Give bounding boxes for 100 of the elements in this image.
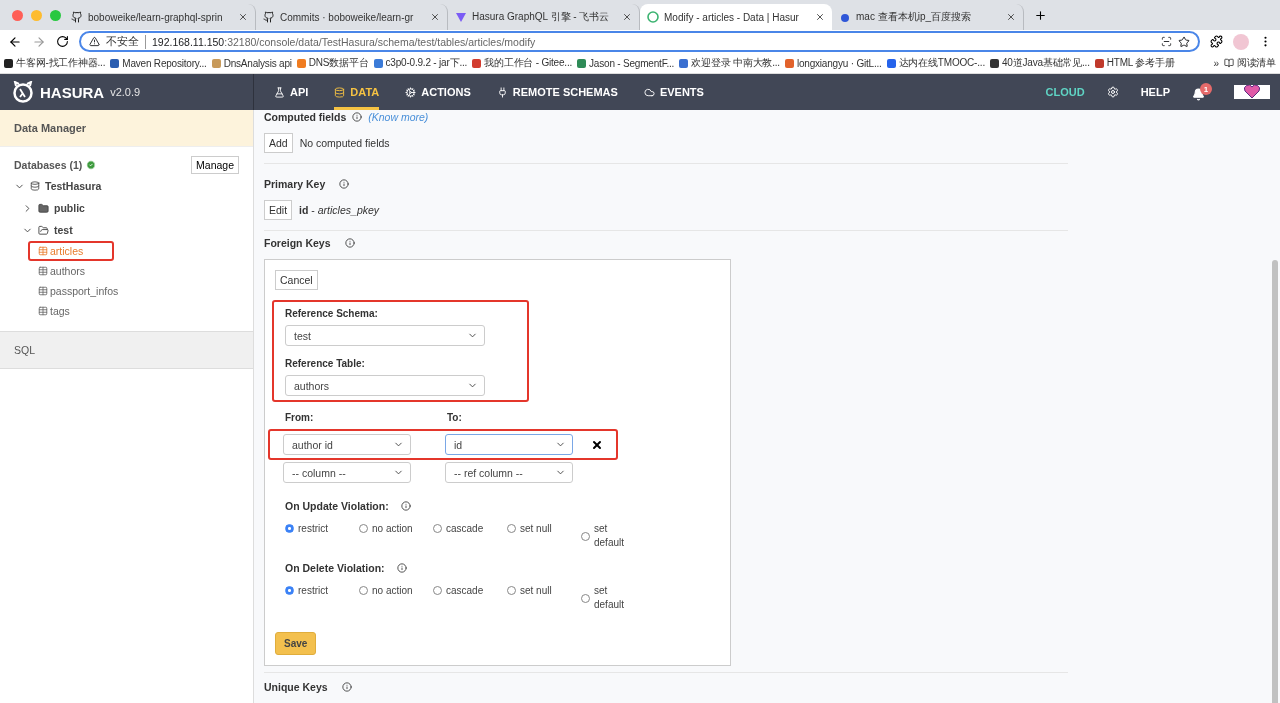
bookmark[interactable]: HTML 参考手册 bbox=[1094, 56, 1175, 70]
radio-button[interactable] bbox=[285, 586, 294, 595]
column-select[interactable]: -- column -- bbox=[283, 462, 411, 483]
edit-button[interactable]: Edit bbox=[264, 200, 293, 220]
radio-label[interactable]: set default bbox=[594, 522, 630, 550]
bookmark[interactable]: DnsAnalysis api bbox=[211, 57, 292, 69]
scrollbar[interactable] bbox=[1272, 260, 1278, 703]
section-title: Foreign Keys bbox=[264, 237, 331, 249]
table-select[interactable]: authors bbox=[285, 375, 485, 396]
radio-button[interactable] bbox=[285, 524, 294, 533]
radio-button[interactable] bbox=[359, 524, 368, 533]
table-item[interactable]: authors bbox=[28, 261, 92, 281]
bookmark[interactable]: 欢迎登录 中南大教... bbox=[679, 56, 780, 70]
bookmark[interactable]: 牛客网-找工作神器... bbox=[4, 56, 106, 70]
bookmark[interactable]: Jason - SegmentF... bbox=[577, 57, 675, 69]
radio-label[interactable]: no action bbox=[372, 522, 413, 536]
radio-button[interactable] bbox=[581, 594, 590, 603]
bookmark-icon bbox=[886, 58, 896, 68]
radio-label[interactable]: restrict bbox=[298, 522, 328, 536]
bookmark[interactable]: DNS数据平台 bbox=[296, 56, 369, 70]
ref-column-select[interactable]: id bbox=[445, 434, 573, 455]
bookmark[interactable]: Maven Repository... bbox=[110, 57, 207, 69]
table-item[interactable]: tags bbox=[28, 301, 76, 321]
info-icon bbox=[352, 112, 363, 122]
info-icon bbox=[400, 501, 411, 511]
settings-icon[interactable] bbox=[1106, 86, 1119, 98]
forward-icon[interactable] bbox=[32, 34, 46, 49]
field-label: On Update Violation: bbox=[285, 500, 389, 512]
help-link[interactable]: HELP bbox=[1140, 86, 1170, 98]
bookmark-icon bbox=[211, 58, 221, 68]
sql-link[interactable]: SQL bbox=[0, 331, 253, 369]
browser-tab[interactable]: Modify - articles - Data | Hasur bbox=[640, 4, 832, 30]
heart-button[interactable] bbox=[1234, 85, 1270, 99]
new-tab-icon[interactable] bbox=[1034, 8, 1047, 22]
radio-button[interactable] bbox=[581, 532, 590, 541]
nav-tab[interactable]: ACTIONS bbox=[405, 74, 471, 110]
bookmark[interactable]: 40道Java基础常见... bbox=[989, 56, 1090, 70]
back-icon[interactable] bbox=[8, 34, 22, 49]
close-icon[interactable] bbox=[238, 12, 248, 22]
reload-icon[interactable] bbox=[56, 35, 69, 48]
bookmark[interactable]: c3p0-0.9.2 - jar下... bbox=[373, 56, 468, 70]
radio-label[interactable]: restrict bbox=[298, 584, 328, 598]
radio-label[interactable]: set null bbox=[520, 522, 552, 536]
nav-tab[interactable]: EVENTS bbox=[643, 74, 704, 110]
radio-button[interactable] bbox=[433, 586, 442, 595]
ref-column-select[interactable]: -- ref column -- bbox=[445, 462, 573, 483]
close-icon[interactable] bbox=[815, 12, 825, 22]
close-icon[interactable] bbox=[430, 12, 440, 22]
table-icon bbox=[38, 306, 48, 316]
radio-button[interactable] bbox=[359, 586, 368, 595]
nav-tab[interactable]: REMOTE SCHEMAS bbox=[496, 74, 618, 110]
bookmark[interactable]: 达内在线TMOOC-... bbox=[886, 56, 985, 70]
scan-icon[interactable] bbox=[1161, 36, 1172, 47]
radio-button[interactable] bbox=[507, 586, 516, 595]
close-window-icon[interactable] bbox=[12, 9, 23, 21]
plug-icon bbox=[496, 86, 508, 98]
bookmark-icon bbox=[296, 58, 306, 68]
cancel-button[interactable]: Cancel bbox=[275, 270, 318, 290]
tree-item[interactable]: test bbox=[54, 224, 73, 236]
info-icon bbox=[341, 682, 352, 692]
radio-button[interactable] bbox=[507, 524, 516, 533]
column-select[interactable]: author id bbox=[283, 434, 411, 455]
tree-item[interactable]: public bbox=[54, 202, 85, 214]
bookmark-icon bbox=[679, 58, 689, 68]
radio-button[interactable] bbox=[433, 524, 442, 533]
extensions-icon[interactable] bbox=[1210, 35, 1223, 48]
bookmark-icon bbox=[989, 58, 999, 68]
address-field[interactable]: 不安全 192.168.11.150:32180/console/data/TestHasura/schema/test/tables/articles/modify bbox=[79, 31, 1200, 52]
close-icon[interactable] bbox=[622, 12, 632, 22]
section-title: Primary Key bbox=[264, 178, 326, 190]
radio-label[interactable]: cascade bbox=[446, 584, 484, 598]
schema-select[interactable]: test bbox=[285, 325, 485, 346]
save-button[interactable]: Save bbox=[275, 632, 317, 655]
table-item[interactable]: passport_infos bbox=[28, 281, 125, 301]
reading-list[interactable]: 阅读清单 bbox=[1223, 56, 1276, 70]
radio-label[interactable]: set null bbox=[520, 584, 552, 598]
github-icon bbox=[263, 11, 275, 23]
radio-label[interactable]: cascade bbox=[446, 522, 484, 536]
remove-icon[interactable] bbox=[591, 438, 603, 451]
bookmark-icon bbox=[4, 58, 13, 68]
radio-label[interactable]: no action bbox=[372, 584, 413, 598]
manage-button[interactable]: Manage bbox=[191, 156, 239, 174]
radio-label[interactable]: set default bbox=[594, 584, 630, 612]
logo-icon bbox=[12, 81, 34, 103]
close-icon[interactable] bbox=[1006, 12, 1016, 22]
bookmark[interactable]: longxiangyu · GitL... bbox=[784, 57, 882, 69]
bookmark[interactable]: 我的工作台 - Gitee... bbox=[472, 56, 573, 70]
nav-tab[interactable]: API bbox=[274, 74, 309, 110]
tree-item[interactable]: TestHasura bbox=[45, 180, 102, 192]
book-icon bbox=[1223, 58, 1234, 68]
bookmarks-overflow[interactable]: » bbox=[1213, 57, 1219, 69]
info-icon bbox=[339, 179, 350, 189]
star-icon[interactable] bbox=[1178, 35, 1190, 48]
folder-icon bbox=[38, 202, 49, 214]
cloud-link[interactable]: CLOUD bbox=[1045, 86, 1085, 98]
url-path: :32180/console/data/TestHasura/schema/test/tables/articles/modify bbox=[224, 35, 537, 48]
add-button[interactable]: Add bbox=[264, 133, 293, 153]
primary-key-text: id - articles_pkey bbox=[299, 204, 380, 216]
bookmark-icon bbox=[1094, 58, 1104, 68]
field-label: Reference Table: bbox=[285, 358, 366, 369]
